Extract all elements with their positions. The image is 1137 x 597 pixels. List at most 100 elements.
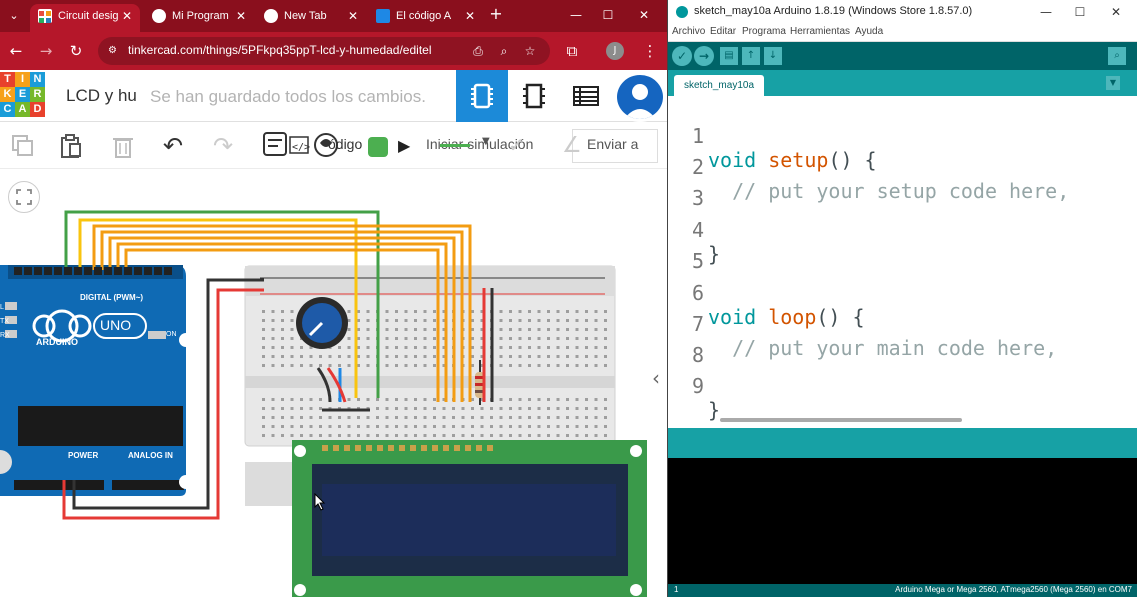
extensions-icon[interactable]: ⧉ [562, 41, 582, 61]
schematic-view-button[interactable] [508, 70, 560, 122]
arrow-left-icon[interactable]: ← [6, 41, 26, 61]
browser-tab-2[interactable]: Mi Program ✕ [144, 4, 254, 32]
lcd-pin [399, 445, 405, 451]
sketch-tab[interactable]: sketch_may10a [674, 75, 764, 96]
arduino-pin [44, 267, 52, 275]
serial-monitor-icon[interactable]: ⌕ [1108, 47, 1126, 65]
breadboard-hole [290, 364, 294, 367]
breadboard-hole [395, 364, 398, 367]
breadboard-hole [518, 434, 522, 437]
copy-icon[interactable] [10, 133, 36, 159]
browser-tab-4[interactable]: El código A ✕ [368, 4, 483, 32]
minimize-icon[interactable]: — [1034, 3, 1058, 21]
breadboard-hole [319, 364, 322, 367]
breadboard-hole [423, 310, 427, 313]
delete-trash-icon[interactable] [110, 133, 136, 159]
reload-icon[interactable]: ↻ [66, 41, 86, 61]
arduino-pin [84, 267, 92, 275]
close-tab-icon[interactable]: ✕ [348, 4, 358, 28]
browser-tab-3[interactable]: New Tab ✕ [256, 4, 366, 32]
project-name[interactable]: LCD y hu [66, 86, 137, 106]
breadboard-hole [556, 407, 560, 410]
breadboard-hole [480, 425, 484, 428]
breadboard-hole [414, 355, 417, 358]
breadboard-hole [281, 319, 284, 322]
close-window-icon[interactable]: ✕ [630, 5, 658, 25]
close-tab-icon[interactable]: ✕ [236, 4, 246, 28]
breadboard-hole [262, 425, 265, 428]
breadboard-hole [319, 425, 322, 428]
menu-archivo[interactable]: Archivo [672, 26, 705, 37]
close-tab-icon[interactable]: ✕ [465, 4, 475, 28]
breadboard-hole [442, 434, 446, 437]
bookmark-star-icon[interactable]: ☆ [522, 43, 538, 59]
verify-check-icon[interactable]: ✓ [672, 46, 692, 66]
profile-avatar[interactable]: J [606, 42, 624, 60]
upload-arrow-icon[interactable]: → [694, 46, 714, 66]
breadboard-hole [281, 346, 284, 349]
menu-herramientas[interactable]: Herramientas [790, 26, 850, 37]
breadboard-hole [423, 398, 427, 401]
browser-tab-1[interactable]: Circuit desig ✕ [30, 4, 140, 32]
breadboard-hole [594, 416, 598, 419]
lcd-pin [333, 445, 339, 451]
install-icon[interactable]: ⎙ [470, 43, 486, 59]
component-list-button[interactable] [560, 70, 612, 122]
zoom-icon[interactable]: ⌕ [496, 43, 512, 59]
ruler-icon[interactable]: ∠ [562, 133, 582, 158]
more-menu-icon[interactable]: ⋮ [640, 41, 660, 61]
new-file-icon[interactable]: ▤ [720, 47, 738, 65]
tab-menu-chevron-down-icon[interactable]: ▼ [1106, 76, 1120, 90]
breadboard-hole [547, 416, 550, 419]
site-info-icon[interactable]: ⚙ [108, 44, 122, 58]
breadboard-hole [262, 398, 265, 401]
breadboard-hole [338, 434, 341, 437]
minimize-icon[interactable]: — [562, 5, 590, 25]
menu-ayuda[interactable]: Ayuda [855, 26, 883, 37]
led-label: L [0, 304, 4, 311]
tab-search-icon[interactable]: ⌄ [4, 6, 24, 26]
ide-console[interactable] [668, 458, 1137, 584]
collapse-panel-icon[interactable]: ‹ [648, 366, 664, 402]
breadboard-hole [433, 337, 436, 340]
code-editor[interactable]: 1 void setup() { 2 // put your setup cod… [668, 96, 1137, 422]
save-file-icon[interactable]: ↓ [764, 47, 782, 65]
menu-programa[interactable]: Programa [742, 26, 786, 37]
tinkercad-logo[interactable]: T I N K E R C A D [0, 72, 46, 118]
lcd-pin [465, 445, 471, 451]
breadboard-hole [575, 364, 579, 367]
url-field[interactable]: ⚙ tinkercad.com/things/5PFkpq35ppT-lcd-y… [98, 37, 550, 65]
breadboard-hole [585, 434, 588, 437]
user-avatar[interactable] [614, 72, 666, 122]
maximize-icon[interactable]: ☐ [1068, 3, 1092, 21]
paste-icon[interactable] [58, 133, 84, 159]
new-tab-button[interactable]: + [486, 4, 506, 26]
power-label: POWER [68, 451, 99, 460]
breadboard-hole [585, 407, 588, 410]
undo-icon[interactable]: ↶ [160, 133, 186, 159]
code-mode-toggle[interactable] [368, 137, 388, 157]
circuit-view-button[interactable] [456, 70, 508, 122]
maximize-icon[interactable]: ☐ [594, 5, 622, 25]
breadboard-hole [471, 416, 474, 419]
breadboard-hole [585, 346, 588, 349]
redo-icon[interactable]: ↷ [210, 133, 236, 159]
close-tab-icon[interactable]: ✕ [122, 4, 132, 28]
arrow-right-icon[interactable]: → [36, 41, 56, 61]
breadboard-hole [281, 416, 284, 419]
logo-letter: A [15, 102, 30, 117]
circuit-canvas[interactable]: DIGITAL (PWM~) ARDUINO UNO ON POWER ANAL… [0, 170, 667, 597]
editor-horizontal-scrollbar[interactable] [720, 418, 962, 422]
chevron-down-icon[interactable]: ▼ [482, 136, 490, 147]
breadboard-hole [556, 416, 560, 419]
browser-tab-label: Circuit desig [58, 10, 119, 22]
open-file-icon[interactable]: ↑ [742, 47, 760, 65]
breadboard-hole [262, 407, 265, 410]
close-window-icon[interactable]: ✕ [1104, 3, 1128, 21]
breadboard-hole [442, 425, 446, 428]
menu-editar[interactable]: Editar [710, 26, 736, 37]
breadboard-hole [319, 416, 322, 419]
breadboard-hole [271, 319, 275, 322]
arduino-pin [154, 267, 162, 275]
breadboard-hole [604, 407, 607, 410]
